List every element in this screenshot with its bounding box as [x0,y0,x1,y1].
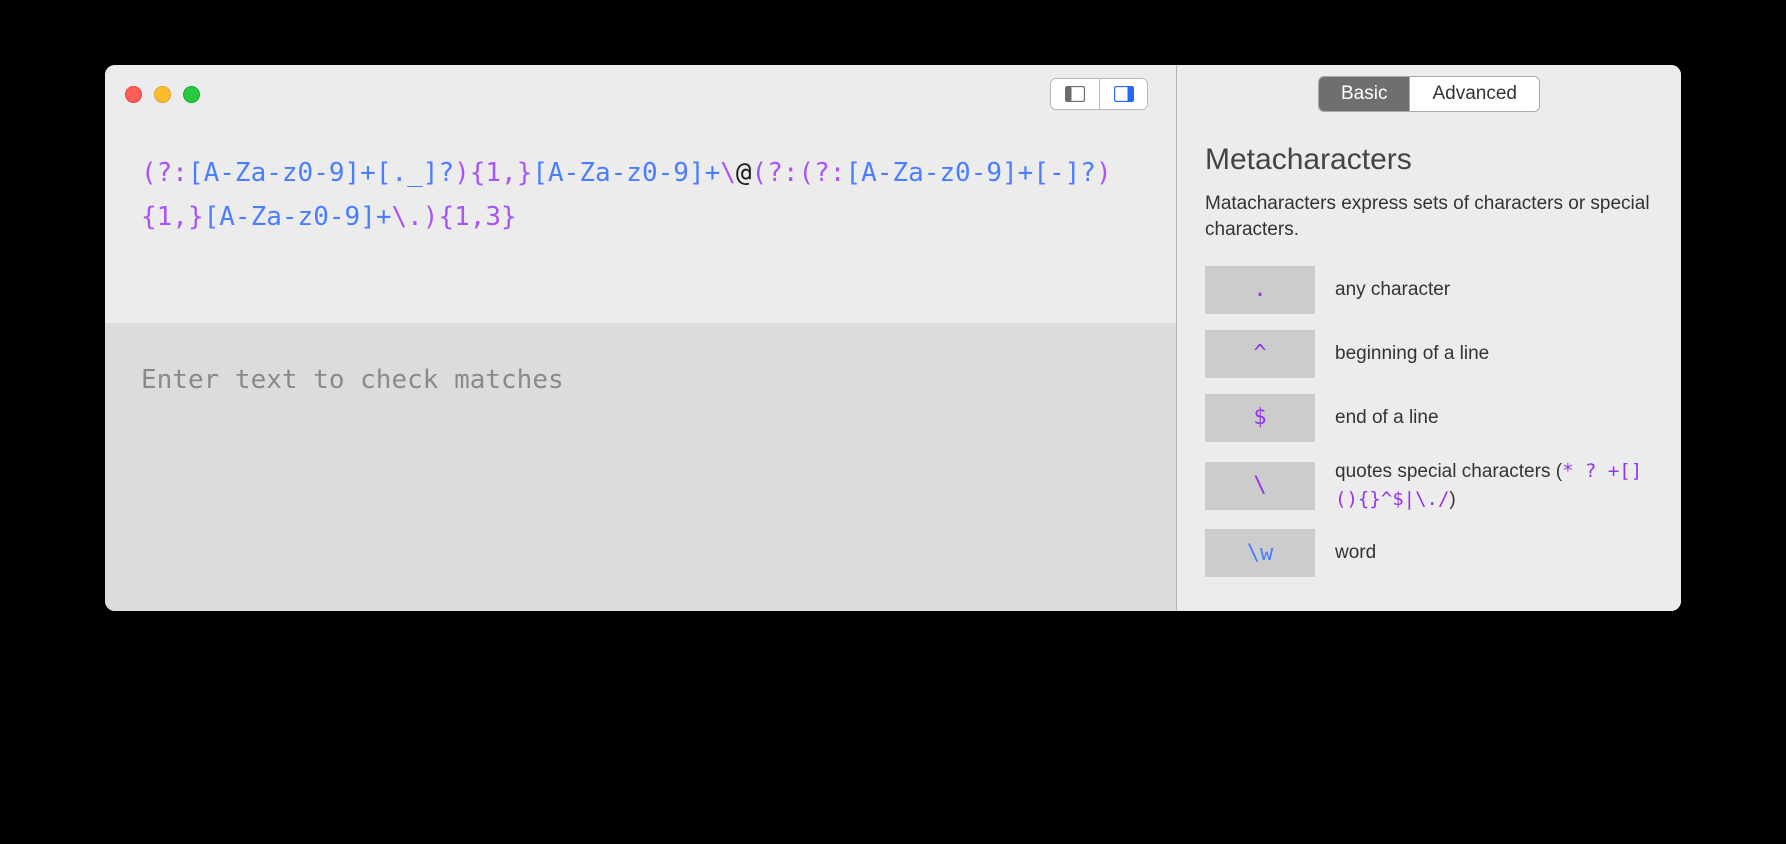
regex-token: [A-Za-z0-9] [845,158,1017,188]
regex-token: {1,} [470,158,533,188]
regex-token: [A-Za-z0-9] [188,158,360,188]
reference-item[interactable]: ^ beginning of a line [1205,330,1653,378]
regex-token: [-] [1033,158,1080,188]
maximize-icon[interactable] [183,86,200,103]
regex-token: ( [141,158,157,188]
titlebar [105,65,1176,123]
regex-token: {1,} [141,202,204,232]
reference-symbol: \w [1205,529,1315,577]
regex-token: \. [391,202,422,232]
reference-symbol: ^ [1205,330,1315,378]
reference-description: Matacharacters express sets of character… [1205,191,1653,244]
reference-symbol: $ [1205,394,1315,442]
panel-right-icon [1114,86,1134,102]
reference-label: quotes special characters (* ? +[](){}^$… [1335,458,1653,513]
app-window: (?:[A-Za-z0-9]+[._]?){1,}[A-Za-z0-9]+\@(… [105,65,1681,611]
regex-token: ?: [157,158,188,188]
tab-advanced[interactable]: Advanced [1409,77,1539,111]
traffic-lights [125,86,200,103]
regex-token: ? [1080,158,1096,188]
reference-content: Metacharacters Matacharacters express se… [1177,123,1681,611]
regex-token: + [705,158,721,188]
regex-token: + [376,202,392,232]
regex-token: ?: [767,158,798,188]
regex-token: ( [752,158,768,188]
sidebar-left-button[interactable] [1051,79,1099,109]
reference-titlebar: Basic Advanced [1177,65,1681,123]
regex-token: ? [438,158,454,188]
reference-list: . any character ^ beginning of a line $ end o… [1205,266,1653,577]
reference-item[interactable]: $ end of a line [1205,394,1653,442]
regex-token: + [360,158,376,188]
regex-input[interactable]: (?:[A-Za-z0-9]+[._]?){1,}[A-Za-z0-9]+\@(… [105,123,1176,323]
reference-title: Metacharacters [1205,143,1653,177]
minimize-icon[interactable] [154,86,171,103]
regex-token: ) [1096,158,1112,188]
reference-item[interactable]: . any character [1205,266,1653,314]
regex-token: + [1018,158,1034,188]
regex-token: ?: [814,158,845,188]
reference-pane: Basic Advanced Metacharacters Matacharac… [1177,65,1681,611]
editor-pane: (?:[A-Za-z0-9]+[._]?){1,}[A-Za-z0-9]+\@(… [105,65,1177,611]
regex-token: @ [736,158,752,188]
reference-label: word [1335,540,1376,567]
regex-token: ( [799,158,815,188]
sidebar-toggle-group [1050,78,1148,110]
reference-label: any character [1335,277,1450,304]
reference-symbol: . [1205,266,1315,314]
reference-label: beginning of a line [1335,341,1489,368]
regex-token: \ [720,158,736,188]
regex-token: [._] [376,158,439,188]
reference-item[interactable]: \ quotes special characters (* ? +[](){}^… [1205,458,1653,513]
panel-left-icon [1065,86,1085,102]
tab-basic[interactable]: Basic [1319,77,1409,111]
reference-symbol: \ [1205,462,1315,510]
reference-item[interactable]: \w word [1205,529,1653,577]
reference-label: end of a line [1335,405,1439,432]
regex-token: ) [423,202,439,232]
match-input[interactable]: Enter text to check matches [105,323,1176,611]
regex-token: [A-Za-z0-9] [532,158,704,188]
regex-token: ) [454,158,470,188]
reference-tabs: Basic Advanced [1318,76,1540,112]
regex-token: {1,3} [438,202,516,232]
close-icon[interactable] [125,86,142,103]
regex-token: [A-Za-z0-9] [204,202,376,232]
sidebar-right-button[interactable] [1099,79,1147,109]
